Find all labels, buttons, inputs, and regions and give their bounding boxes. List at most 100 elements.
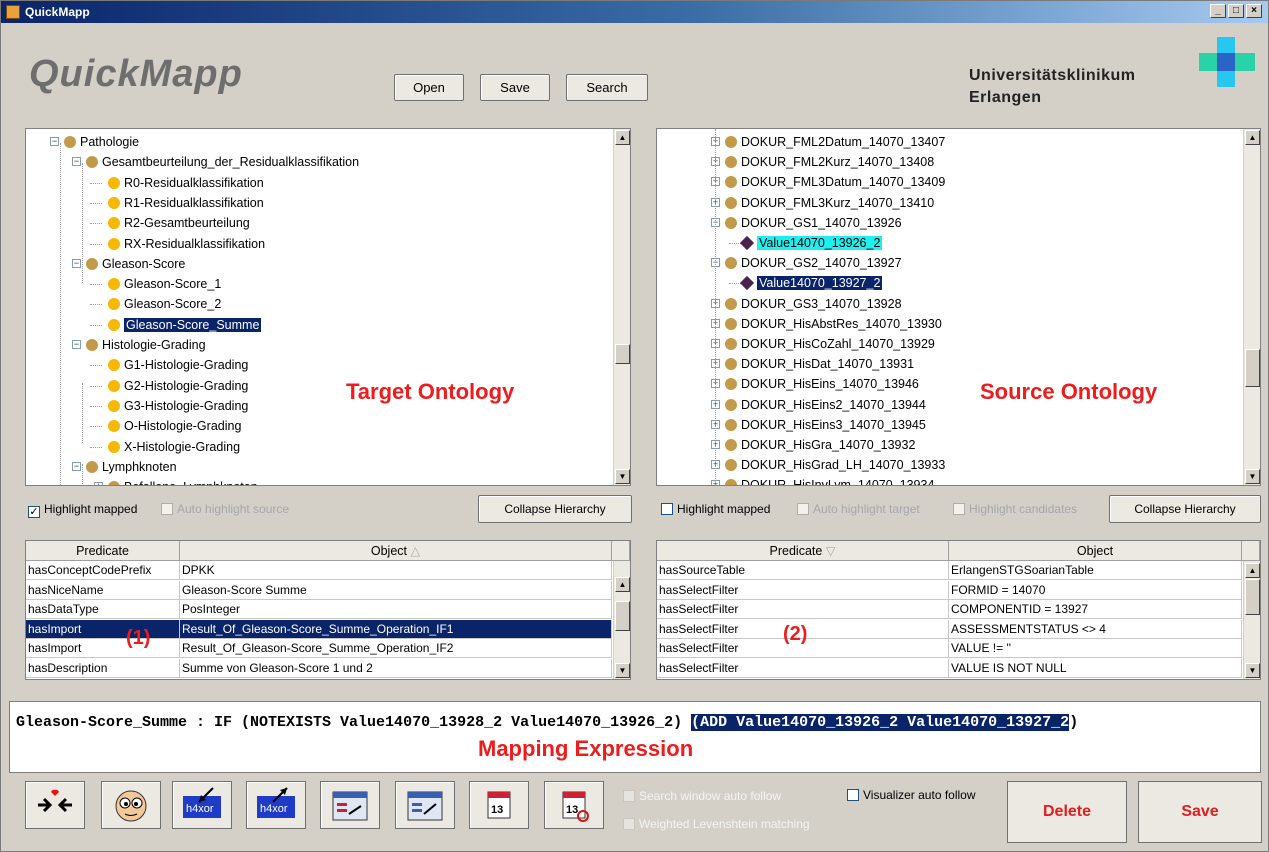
tree-node[interactable]: DOKUR_HisAbstRes_14070_13930 — [741, 314, 942, 334]
collapse-hierarchy-right-button[interactable]: Collapse Hierarchy — [1109, 495, 1261, 523]
object-column-header[interactable]: Object — [949, 541, 1242, 561]
tree-node[interactable]: DOKUR_GS2_14070_13927 — [741, 253, 902, 273]
inspect-button[interactable] — [101, 781, 161, 829]
collapse-node-icon[interactable]: − — [72, 461, 81, 471]
delete-mapping-button[interactable]: Delete — [1007, 781, 1127, 843]
object-cell[interactable]: VALUE IS NOT NULL — [949, 658, 1242, 678]
tree-node[interactable]: R2-Gesamtbeurteilung — [124, 213, 250, 233]
tree-node[interactable]: X-Histologie-Grading — [124, 437, 240, 457]
expression-text[interactable]: Gleason-Score_Summe : IF (NOTEXISTS Valu… — [16, 714, 1078, 731]
object-cell[interactable]: Result_Of_Gleason-Score_Summe_Operation_… — [180, 619, 612, 639]
scroll-thumb[interactable] — [1245, 349, 1260, 387]
search-button[interactable]: Search — [566, 74, 648, 101]
object-column-header[interactable]: Object △ — [180, 541, 612, 561]
auto-highlight-target-checkbox[interactable]: Auto highlight target — [797, 501, 920, 517]
source-table-scrollbar[interactable]: ▲ ▼ — [1243, 561, 1260, 679]
tree-node[interactable]: DOKUR_HisEins2_14070_13944 — [741, 395, 926, 415]
auto-highlight-source-checkbox[interactable]: Auto highlight source — [161, 501, 289, 517]
object-cell[interactable]: Summe von Gleason-Score 1 und 2 — [180, 658, 612, 678]
scroll-thumb[interactable] — [1245, 579, 1260, 615]
predicate-cell[interactable]: hasDataType — [26, 600, 180, 619]
tree-node[interactable]: Gleason-Score_2 — [124, 294, 221, 314]
tree-node[interactable]: DOKUR_GS1_14070_13926 — [741, 213, 902, 233]
object-cell[interactable]: DPKK — [180, 561, 612, 580]
object-cell[interactable]: VALUE != '' — [949, 639, 1242, 658]
tree-node[interactable]: DOKUR_FML2Datum_14070_13407 — [741, 132, 945, 152]
predicate-cell[interactable]: hasImport — [26, 619, 180, 639]
save-mapping-button[interactable]: Save — [1138, 781, 1262, 843]
save-file-button[interactable]: Save — [480, 74, 550, 101]
scroll-thumb[interactable] — [615, 344, 630, 364]
h4xor-export-button[interactable]: h4xor — [246, 781, 306, 829]
target-ontology-tree[interactable]: − Pathologie − Gesamtbeurteilung_der_Residu… — [25, 128, 631, 486]
calendar-refresh-button[interactable]: 13 — [544, 781, 604, 829]
predicate-cell[interactable]: hasSelectFilter — [657, 580, 949, 600]
tree-node[interactable]: Gleason-Score_1 — [124, 274, 221, 294]
scroll-down-arrow-icon[interactable]: ▼ — [615, 469, 630, 484]
tree-node[interactable]: Value14070_13927_2 — [757, 273, 883, 293]
tree-node[interactable]: Gleason-Score_Summe — [124, 315, 262, 335]
tree-node[interactable]: DOKUR_HisInvLym_14070_13934 — [741, 475, 934, 485]
predicate-cell[interactable]: hasNiceName — [26, 580, 180, 600]
predicate-column-header[interactable]: Predicate — [26, 541, 180, 561]
collapse-node-icon[interactable]: − — [72, 157, 81, 167]
expand-node-icon[interactable]: + — [94, 482, 103, 485]
predicate-column-header[interactable]: Predicate ▽ — [657, 541, 949, 561]
object-cell[interactable]: ASSESSMENTSTATUS <> 4 — [949, 619, 1242, 639]
tree-node[interactable]: Befallene_Lymphknoten — [124, 477, 258, 485]
splitter-bar[interactable] — [1, 687, 1269, 697]
scroll-up-arrow-icon[interactable]: ▲ — [615, 577, 630, 592]
search-window-auto-follow-checkbox[interactable]: Search window auto follow — [623, 788, 781, 804]
source-ontology-tree[interactable]: + DOKUR_FML2Datum_14070_13407 + DOKUR_FML2K… — [656, 128, 1261, 486]
object-cell[interactable]: FORMID = 14070 — [949, 580, 1242, 600]
target-properties-table[interactable]: Predicate Object △ hasConceptCodePrefix D… — [25, 540, 631, 680]
tree-node[interactable]: DOKUR_FML2Kurz_14070_13408 — [741, 152, 934, 172]
object-cell[interactable]: PosInteger — [180, 600, 612, 619]
tree-node[interactable]: Gesamtbeurteilung_der_Residualklassifika… — [102, 152, 359, 172]
scroll-up-arrow-icon[interactable]: ▲ — [1245, 563, 1260, 578]
tree-node[interactable]: RX-Residualklassifikation — [124, 234, 265, 254]
tree-node[interactable]: DOKUR_HisEins3_14070_13945 — [741, 415, 926, 435]
close-button[interactable]: × — [1246, 4, 1262, 18]
predicate-cell[interactable]: hasConceptCodePrefix — [26, 561, 180, 580]
h4xor-import-button[interactable]: h4xor — [172, 781, 232, 829]
scroll-down-arrow-icon[interactable]: ▼ — [615, 663, 630, 678]
tree-node[interactable]: DOKUR_HisGra_14070_13932 — [741, 435, 915, 455]
highlight-mapped-right-checkbox[interactable]: Highlight mapped — [661, 501, 770, 517]
collapse-node-icon[interactable]: − — [72, 258, 81, 268]
predicate-cell[interactable]: hasDescription — [26, 658, 180, 678]
tree-node[interactable]: G2-Histologie-Grading — [124, 376, 248, 396]
maximize-button[interactable]: □ — [1228, 4, 1244, 18]
object-cell[interactable]: Result_Of_Gleason-Score_Summe_Operation_… — [180, 639, 612, 658]
object-cell[interactable]: COMPONENTID = 13927 — [949, 600, 1242, 619]
tree-node[interactable]: G1-Histologie-Grading — [124, 355, 248, 375]
collapse-node-icon[interactable]: − — [50, 137, 59, 146]
predicate-cell[interactable]: hasSourceTable — [657, 561, 949, 580]
visualizer-auto-follow-checkbox[interactable]: Visualizer auto follow — [847, 787, 976, 803]
scroll-down-arrow-icon[interactable]: ▼ — [1245, 663, 1260, 678]
weighted-levenshtein-checkbox[interactable]: Weighted Levenshtein matching — [623, 816, 810, 832]
tree-node[interactable]: DOKUR_FML3Datum_14070_13409 — [741, 172, 945, 192]
object-cell[interactable]: ErlangenSTGSoarianTable — [949, 561, 1242, 580]
tree-node[interactable]: DOKUR_GS3_14070_13928 — [741, 294, 902, 314]
mapping-expression-editor[interactable]: Gleason-Score_Summe : IF (NOTEXISTS Valu… — [9, 701, 1261, 773]
collapse-hierarchy-left-button[interactable]: Collapse Hierarchy — [478, 495, 632, 523]
scroll-down-arrow-icon[interactable]: ▼ — [1245, 469, 1260, 484]
target-tree-scrollbar[interactable]: ▲ ▼ — [613, 129, 630, 485]
predicate-cell[interactable]: hasSelectFilter — [657, 658, 949, 678]
open-button[interactable]: Open — [394, 74, 464, 101]
tree-node[interactable]: Value14070_13926_2 — [757, 233, 883, 253]
source-properties-table[interactable]: Predicate ▽ Object hasSourceTable Erlange… — [656, 540, 1261, 680]
tree-node[interactable]: DOKUR_HisDat_14070_13931 — [741, 354, 914, 374]
target-table-scrollbar[interactable]: ▲ ▼ — [613, 561, 630, 679]
tree-node[interactable]: R1-Residualklassifikation — [124, 193, 264, 213]
tree-node[interactable]: Gleason-Score — [102, 254, 185, 274]
scroll-up-arrow-icon[interactable]: ▲ — [1245, 130, 1260, 145]
tree-node[interactable]: Pathologie — [80, 132, 139, 152]
source-tree-scrollbar[interactable]: ▲ ▼ — [1243, 129, 1260, 485]
tree-node[interactable]: Histologie-Grading — [102, 335, 206, 355]
tree-node[interactable]: DOKUR_FML3Kurz_14070_13410 — [741, 193, 934, 213]
highlight-mapped-left-checkbox[interactable]: ✓ Highlight mapped — [28, 501, 137, 518]
scroll-up-arrow-icon[interactable]: ▲ — [615, 130, 630, 145]
predicate-cell[interactable]: hasImport — [26, 639, 180, 658]
